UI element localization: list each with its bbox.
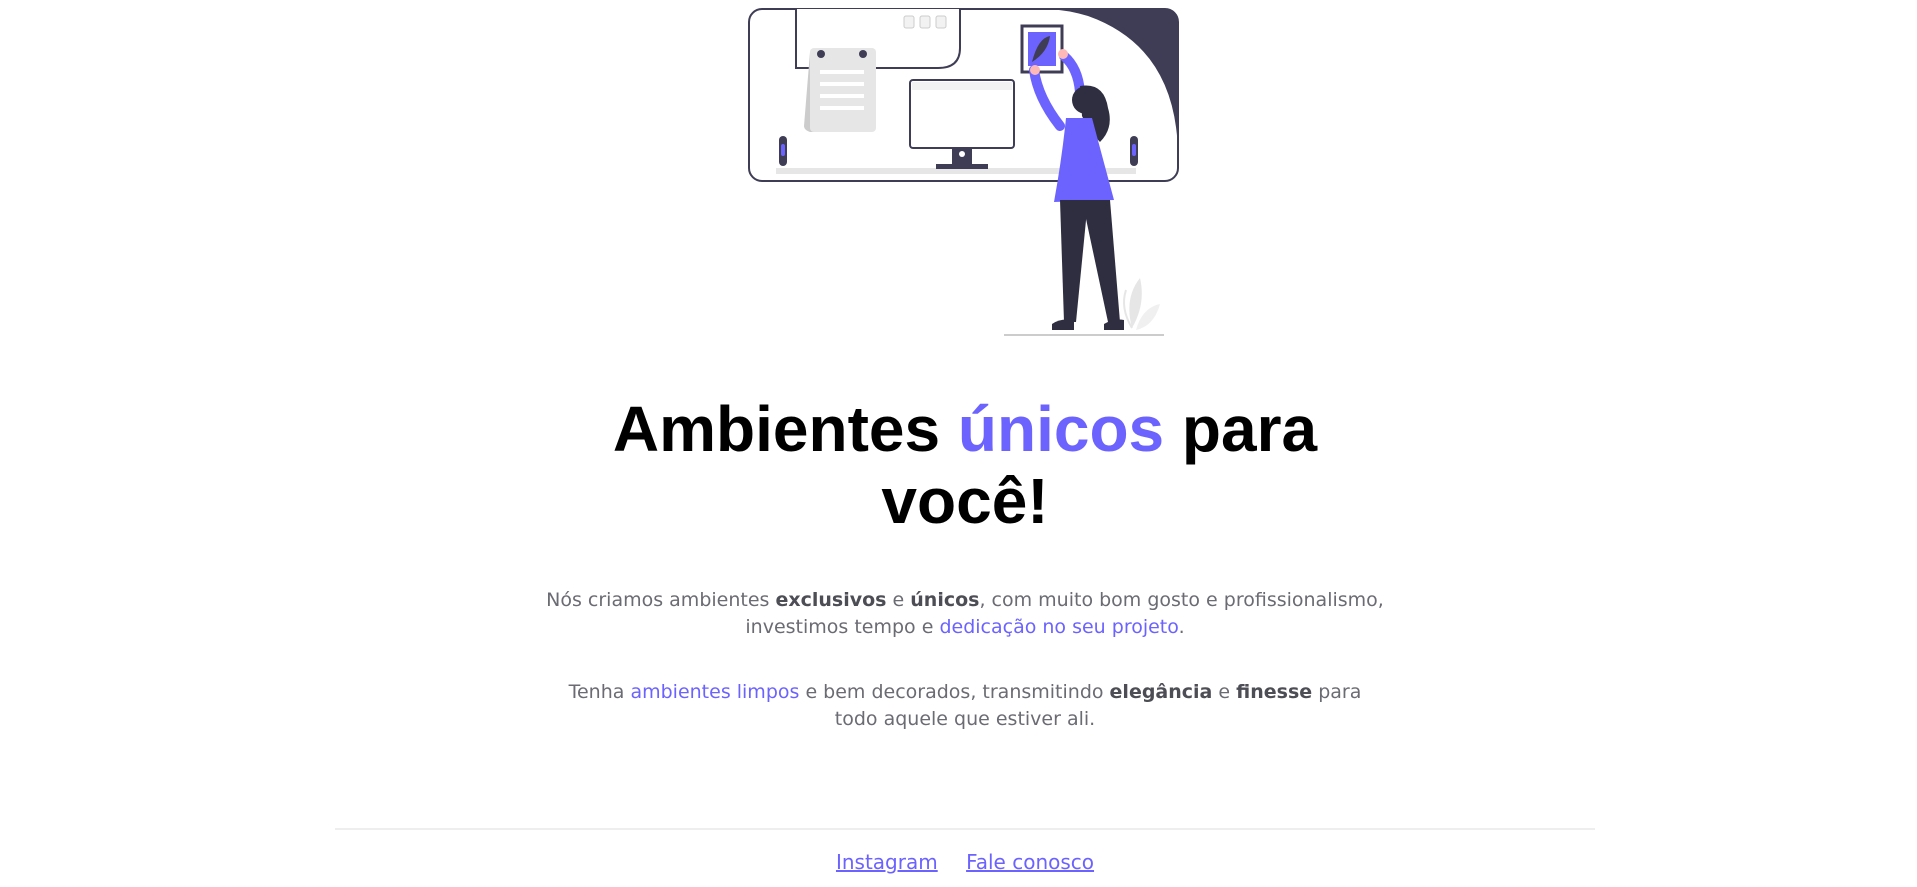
title-accent: únicos: [957, 393, 1165, 465]
secondary-text: para: [1312, 681, 1362, 703]
contact-link[interactable]: Fale conosco: [966, 850, 1094, 874]
intro-bold-exclusivos: exclusivos: [775, 589, 887, 611]
secondary-text: e bem decorados, transmitindo: [799, 681, 1110, 703]
secondary-bold-finesse: finesse: [1236, 681, 1313, 703]
page-title: Ambientes únicos para você!: [0, 393, 1917, 537]
secondary-text: todo aquele que estiver ali.: [834, 708, 1096, 730]
title-part-2: para: [1164, 393, 1318, 465]
secondary-text: e: [1212, 681, 1237, 703]
secondary-bold-elegancia: elegância: [1109, 681, 1213, 703]
intro-paragraph: Nós criamos ambientes exclusivos e único…: [0, 587, 1917, 641]
intro-text: investimos tempo e: [745, 616, 940, 638]
title-part-3: você!: [881, 465, 1049, 537]
title-part-1: Ambientes: [612, 393, 958, 465]
intro-highlight: dedicação no seu projeto: [939, 616, 1179, 638]
footer-divider: [335, 828, 1595, 830]
intro-text: , com muito bom gosto e profissionalismo…: [979, 589, 1384, 611]
footer-links: Instagram Fale conosco: [0, 849, 1917, 875]
intro-text: e: [886, 589, 911, 611]
secondary-paragraph: Tenha ambientes limpos e bem decorados, …: [0, 679, 1917, 733]
secondary-highlight: ambientes limpos: [630, 681, 800, 703]
secondary-text: Tenha: [568, 681, 631, 703]
instagram-link[interactable]: Instagram: [836, 850, 938, 874]
woman-hanging-frame-illustration: [748, 8, 1179, 336]
hero-illustration: [748, 8, 1180, 336]
intro-text: Nós criamos ambientes: [546, 589, 776, 611]
intro-bold-unicos: únicos: [910, 589, 980, 611]
intro-text: .: [1178, 616, 1185, 638]
page: Ambientes únicos para você! Nós criamos a…: [0, 0, 1917, 887]
